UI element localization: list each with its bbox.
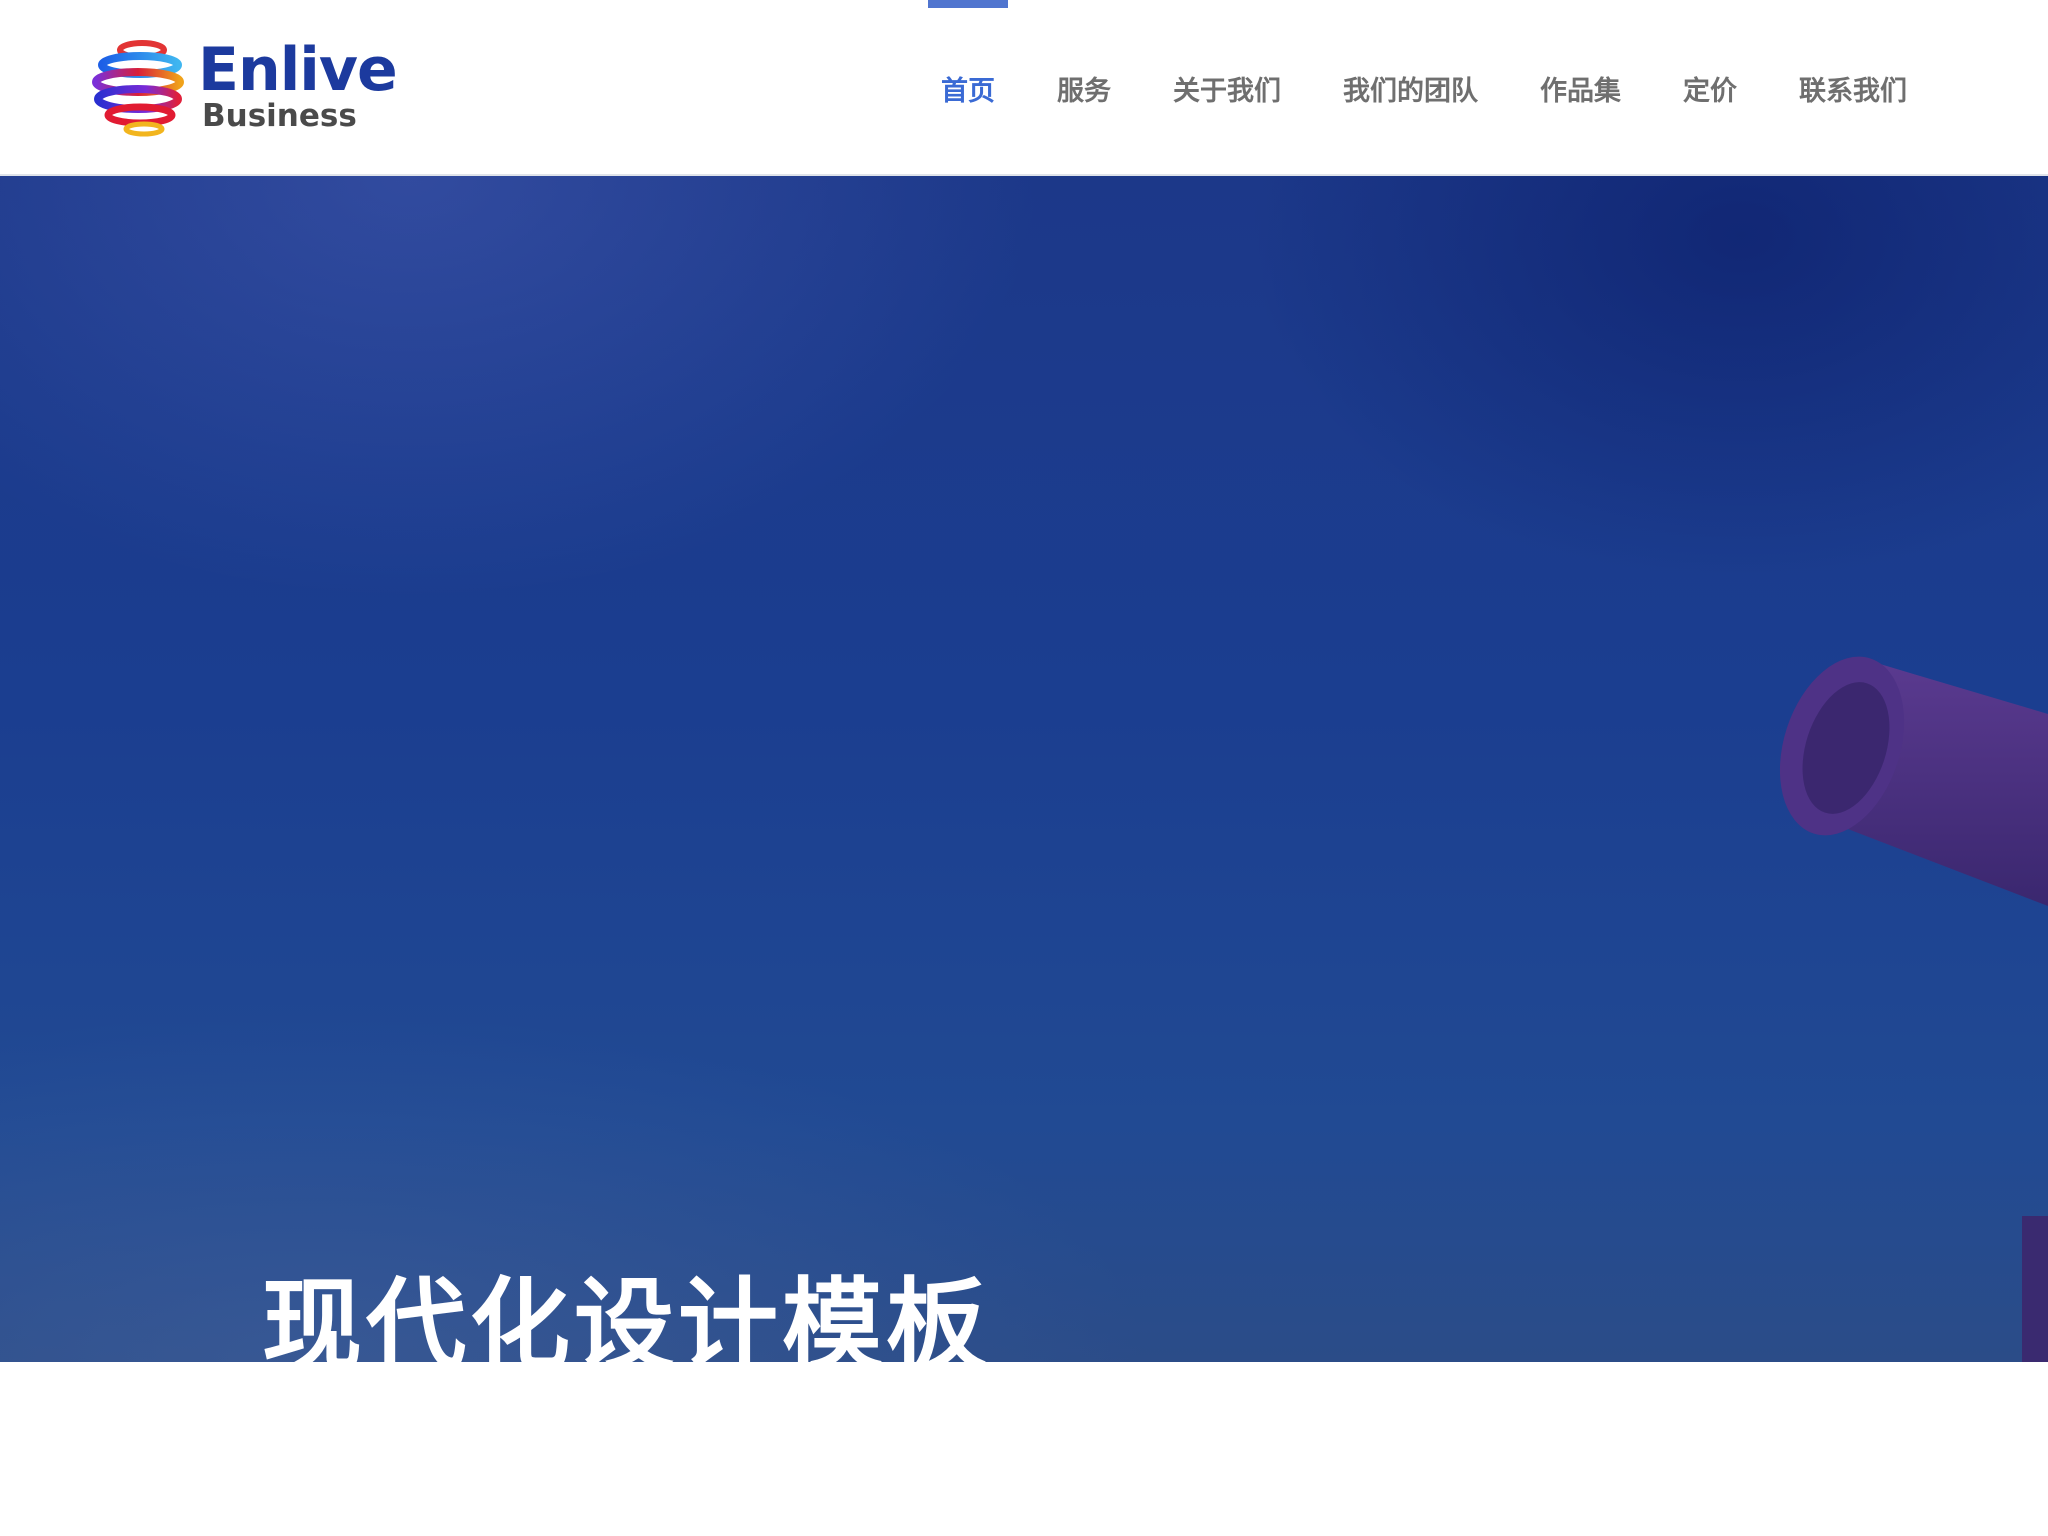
telescope-image <box>1779 656 2048 1362</box>
nav-item-pricing[interactable]: 定价 <box>1652 0 1768 176</box>
nav-item-our-team[interactable]: 我们的团队 <box>1312 0 1509 176</box>
brand-tagline: Business <box>202 98 357 134</box>
nav-item-home[interactable]: 首页 <box>910 0 1026 176</box>
site-header: Enlive Business 首页 服务 关于我们 我们的团队 作品集 定价 … <box>0 0 2048 176</box>
nav-item-about-us[interactable]: 关于我们 <box>1142 0 1312 176</box>
nav-item-portfolio[interactable]: 作品集 <box>1509 0 1652 176</box>
hero-banner: 现代化设计模板 <box>0 176 2048 1362</box>
nav-item-contact-us[interactable]: 联系我们 <box>1768 0 1938 176</box>
page: Enlive Business 首页 服务 关于我们 我们的团队 作品集 定价 … <box>0 0 2048 1536</box>
globe-logo-icon <box>92 40 184 137</box>
nav-item-services[interactable]: 服务 <box>1026 0 1142 176</box>
hero-title: 现代化设计模板 <box>262 1267 990 1362</box>
main-nav: 首页 服务 关于我们 我们的团队 作品集 定价 联系我们 <box>910 0 1938 176</box>
brand-logo[interactable]: Enlive Business <box>92 34 398 144</box>
